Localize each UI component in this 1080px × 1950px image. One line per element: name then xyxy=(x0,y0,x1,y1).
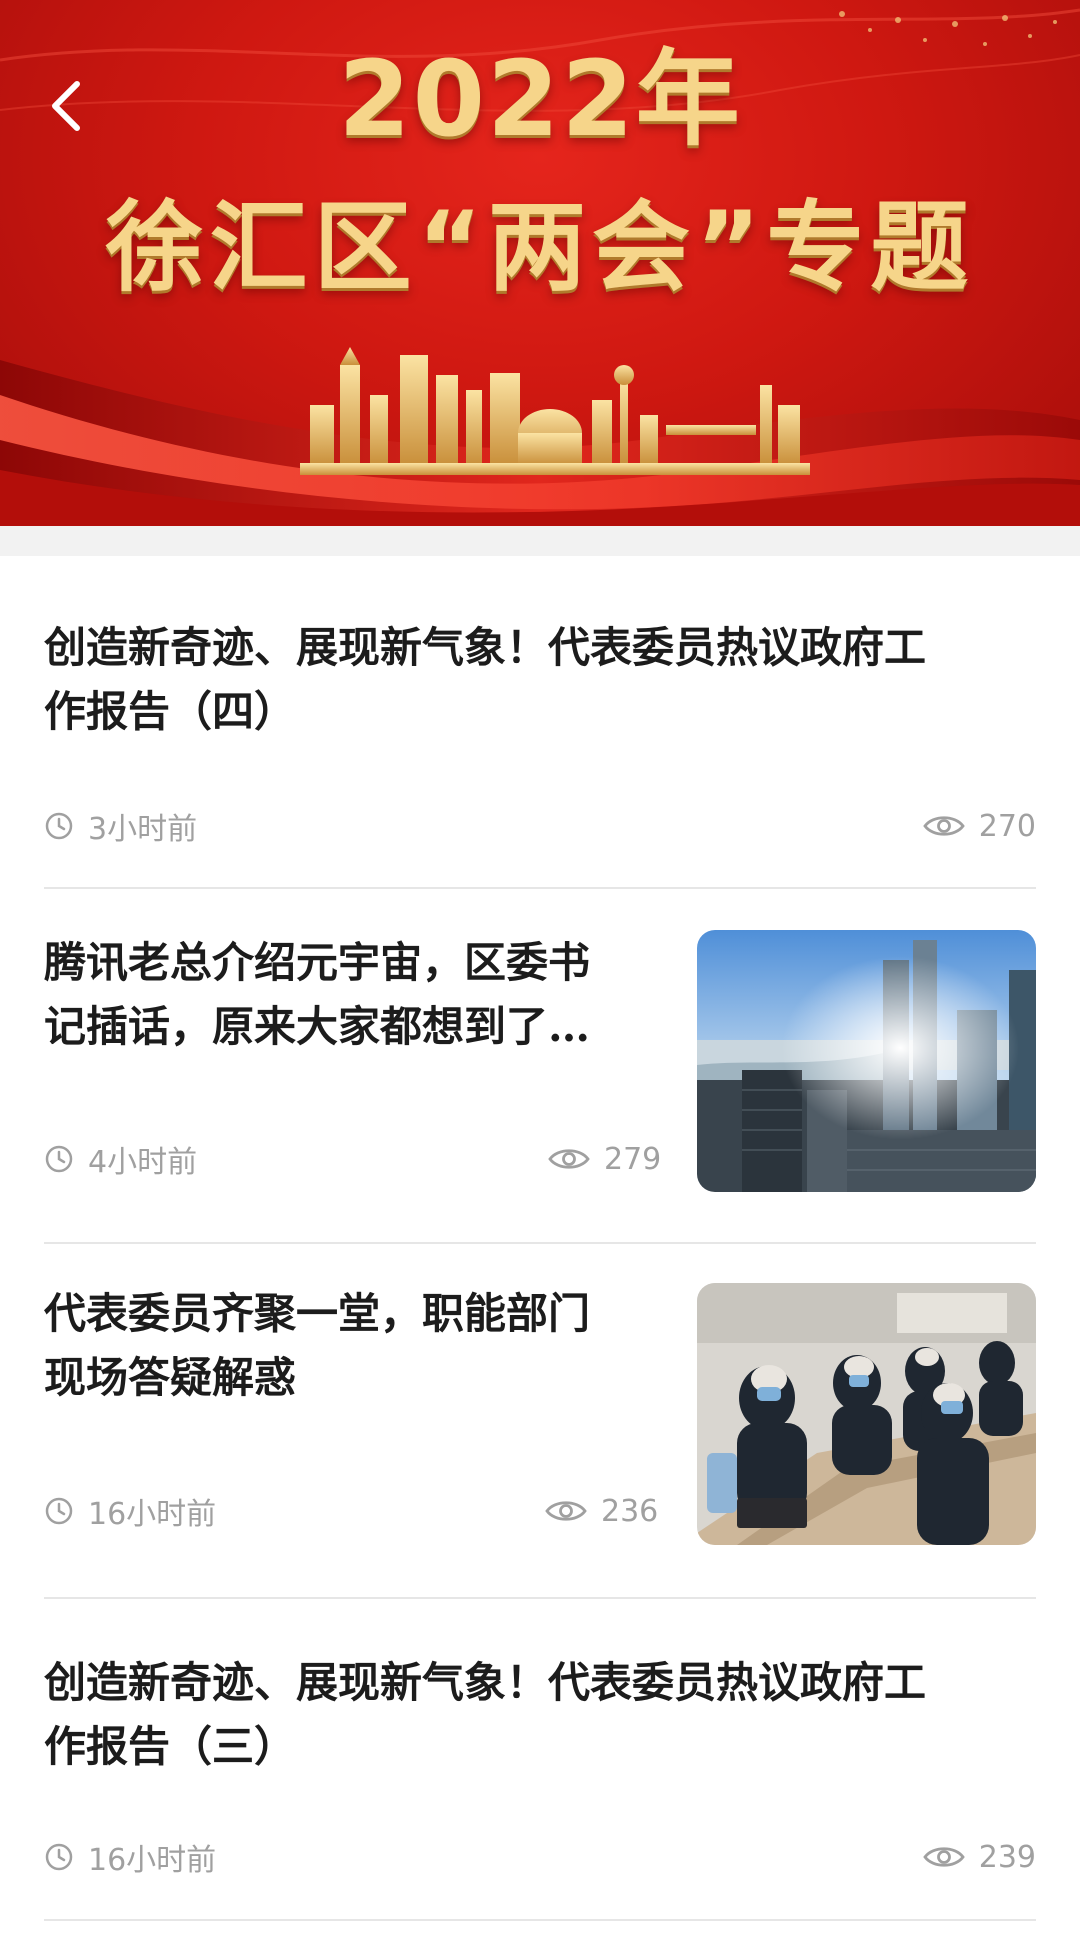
clock-icon xyxy=(45,812,73,840)
clock-icon xyxy=(45,1843,73,1871)
article-title: 创造新奇迹、展现新气象！代表委员热议政府工 作报告（三） xyxy=(44,1658,927,1771)
eye-icon xyxy=(545,1501,587,1521)
news-list: 创造新奇迹、展现新气象！代表委员热议政府工 作报告（四） 3小时前 270 腾讯… xyxy=(0,556,1080,1949)
article-title: 腾讯老总介绍元宇宙，区委书 记插话，原来大家都想到了… xyxy=(44,938,591,1051)
clock-icon xyxy=(45,1145,73,1173)
eye-icon xyxy=(923,816,965,836)
eye-icon xyxy=(923,1847,965,1867)
publish-time: 4小时前 xyxy=(44,1139,197,1180)
clock-icon xyxy=(45,1497,73,1525)
view-count: 236 xyxy=(545,1491,658,1531)
divider xyxy=(44,1919,1036,1921)
publish-time: 16小时前 xyxy=(44,1837,216,1878)
list-item[interactable]: 创造新奇迹、展现新气象！代表委员热议政府工 作报告（四） 3小时前 270 xyxy=(0,556,1080,889)
view-count: 270 xyxy=(923,806,1036,846)
publish-time: 3小时前 xyxy=(44,806,197,847)
list-item[interactable]: 创造新奇迹、展现新气象！代表委员热议政府工 作报告（三） 16小时前 239 xyxy=(0,1599,1080,1949)
article-title: 代表委员齐聚一堂，职能部门 现场答疑解惑 xyxy=(44,1289,591,1402)
topic-banner: 2022年 徐汇区“两会”专题 xyxy=(0,0,1080,526)
article-title: 创造新奇迹、展现新气象！代表委员热议政府工 作报告（四） xyxy=(44,623,927,736)
city-skyline-photo xyxy=(697,930,1036,1192)
view-count: 279 xyxy=(548,1139,661,1179)
meeting-photo xyxy=(697,1283,1036,1545)
banner-title: 徐汇区“两会”专题 xyxy=(105,191,975,305)
view-count: 239 xyxy=(923,1837,1036,1877)
list-item[interactable]: 腾讯老总介绍元宇宙，区委书 记插话，原来大家都想到了… 4小时前 279 xyxy=(0,889,1080,1244)
article-thumbnail xyxy=(697,1283,1036,1545)
publish-time: 16小时前 xyxy=(44,1491,216,1532)
city-skyline-graphic xyxy=(300,347,810,475)
article-thumbnail xyxy=(697,930,1036,1192)
eye-icon xyxy=(548,1149,590,1169)
list-item[interactable]: 代表委员齐聚一堂，职能部门 现场答疑解惑 16小时前 236 xyxy=(0,1244,1080,1599)
section-separator xyxy=(0,526,1080,556)
banner-year: 2022年 xyxy=(338,38,742,160)
